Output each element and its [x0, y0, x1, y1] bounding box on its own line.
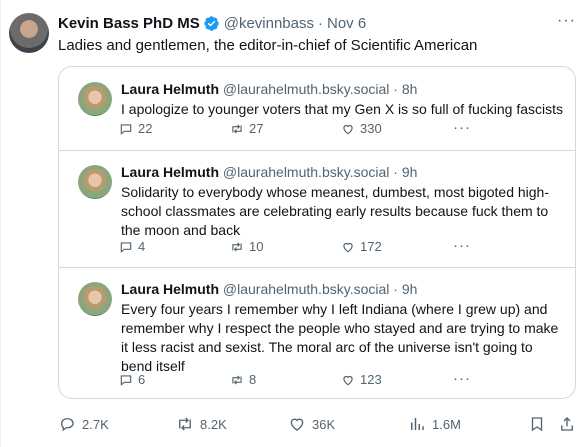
share-button[interactable] — [558, 415, 576, 433]
repost-icon — [179, 417, 191, 431]
tweet-date[interactable]: Nov 6 — [327, 15, 366, 32]
repost-icon — [232, 375, 242, 384]
quoted-reply-value: 4 — [138, 239, 146, 254]
heart-icon — [343, 242, 353, 252]
header-separator: · — [318, 14, 323, 32]
quoted-reply-value: 22 — [138, 121, 153, 136]
quoted-like-count: 172 — [341, 239, 382, 254]
quoted-like-value: 123 — [360, 372, 382, 387]
bookmark-button[interactable] — [528, 415, 546, 433]
heart-icon — [343, 124, 353, 134]
more-options-button[interactable]: ··· — [557, 12, 576, 30]
quoted-author-handle: @laurahelmuth.bsky.social — [222, 81, 390, 97]
quoted-author-avatar — [78, 82, 112, 116]
quoted-post-text: Solidarity to everybody whose meanest, d… — [121, 184, 550, 238]
quoted-reply-count: 22 — [119, 121, 152, 136]
share-icon — [561, 417, 573, 431]
quoted-posts-image[interactable]: Laura Helmuth @laurahelmuth.bsky.social … — [58, 66, 576, 399]
like-count: 36K — [312, 416, 336, 432]
quoted-post-text: I apologize to younger voters that my Ge… — [121, 101, 563, 117]
quoted-more-icon: ··· — [453, 119, 471, 136]
tweet-action-bar: 2.7K 8.2K 36K 1.6M — [58, 415, 588, 435]
quoted-repost-value: 27 — [249, 121, 264, 136]
quoted-repost-count: 10 — [230, 239, 263, 254]
quoted-author-handle: @laurahelmuth.bsky.social — [222, 164, 390, 180]
analytics-icon — [411, 418, 424, 430]
quoted-post-actions: 6 8 123 ··· — [119, 370, 575, 390]
reply-count: 2.7K — [82, 416, 109, 432]
reply-icon — [120, 241, 132, 253]
quoted-like-value: 172 — [360, 239, 382, 254]
quoted-post-header: Laura Helmuth @laurahelmuth.bsky.social … — [121, 81, 417, 97]
quoted-post: Laura Helmuth @laurahelmuth.bsky.social … — [59, 267, 575, 398]
repost-icon — [232, 124, 242, 133]
quoted-post-text: Every four years I remember why I left I… — [121, 301, 559, 374]
quoted-post-time: 9h — [401, 281, 418, 297]
quoted-reply-value: 6 — [138, 372, 146, 387]
quoted-post-header: Laura Helmuth @laurahelmuth.bsky.social … — [121, 164, 417, 180]
quoted-repost-count: 8 — [230, 372, 256, 387]
view-count: 1.6M — [432, 416, 461, 432]
quoted-author-name: Laura Helmuth — [121, 164, 220, 180]
quoted-repost-count: 27 — [230, 121, 263, 136]
reply-icon — [120, 123, 132, 135]
quoted-post-header: Laura Helmuth @laurahelmuth.bsky.social … — [121, 281, 417, 297]
tweet-text: Ladies and gentlemen, the editor-in-chie… — [58, 37, 478, 54]
heart-icon — [343, 375, 353, 385]
quoted-author-handle: @laurahelmuth.bsky.social — [222, 281, 390, 297]
quoted-like-count: 330 — [341, 121, 382, 136]
quoted-separator: · — [393, 281, 398, 297]
quoted-separator: · — [393, 164, 398, 180]
quoted-author-avatar — [78, 165, 112, 199]
repost-count: 8.2K — [200, 416, 227, 432]
verified-badge-icon — [203, 15, 219, 31]
quoted-more-icon: ··· — [453, 237, 471, 254]
quoted-post-actions: 22 27 330 ··· — [119, 119, 575, 139]
quoted-more-icon: ··· — [453, 370, 471, 387]
quoted-repost-value: 8 — [249, 372, 257, 387]
reply-button[interactable]: 2.7K — [58, 415, 109, 433]
quoted-post-actions: 4 10 172 ··· — [119, 237, 575, 257]
tweet-header: Kevin Bass PhD MS @kevinnbass · Nov 6 — [58, 13, 548, 33]
quoted-post: Laura Helmuth @laurahelmuth.bsky.social … — [59, 150, 575, 267]
timeline-divider — [0, 0, 1, 447]
quoted-separator: · — [393, 81, 398, 97]
quoted-author-avatar — [78, 282, 112, 316]
views-button[interactable]: 1.6M — [408, 415, 461, 433]
quoted-like-value: 330 — [360, 121, 382, 136]
quoted-author-name: Laura Helmuth — [121, 281, 220, 297]
author-name[interactable]: Kevin Bass PhD MS — [58, 15, 200, 32]
quoted-like-count: 123 — [341, 372, 382, 387]
quoted-post: Laura Helmuth @laurahelmuth.bsky.social … — [59, 67, 575, 150]
heart-icon — [290, 418, 304, 431]
quoted-post-time: 8h — [401, 81, 418, 97]
reply-icon — [120, 374, 132, 386]
quoted-author-name: Laura Helmuth — [121, 81, 220, 97]
quoted-post-time: 9h — [401, 164, 418, 180]
repost-icon — [232, 242, 242, 251]
author-avatar[interactable] — [9, 13, 49, 53]
quoted-reply-count: 6 — [119, 372, 145, 387]
quoted-repost-value: 10 — [249, 239, 264, 254]
author-handle[interactable]: @kevinnbass — [224, 15, 314, 32]
tweet[interactable]: Kevin Bass PhD MS @kevinnbass · Nov 6 ··… — [0, 0, 588, 447]
quoted-reply-count: 4 — [119, 239, 145, 254]
reply-icon — [61, 418, 74, 432]
bookmark-icon — [531, 417, 543, 432]
like-button[interactable]: 36K — [288, 415, 335, 433]
repost-button[interactable]: 8.2K — [176, 415, 227, 433]
